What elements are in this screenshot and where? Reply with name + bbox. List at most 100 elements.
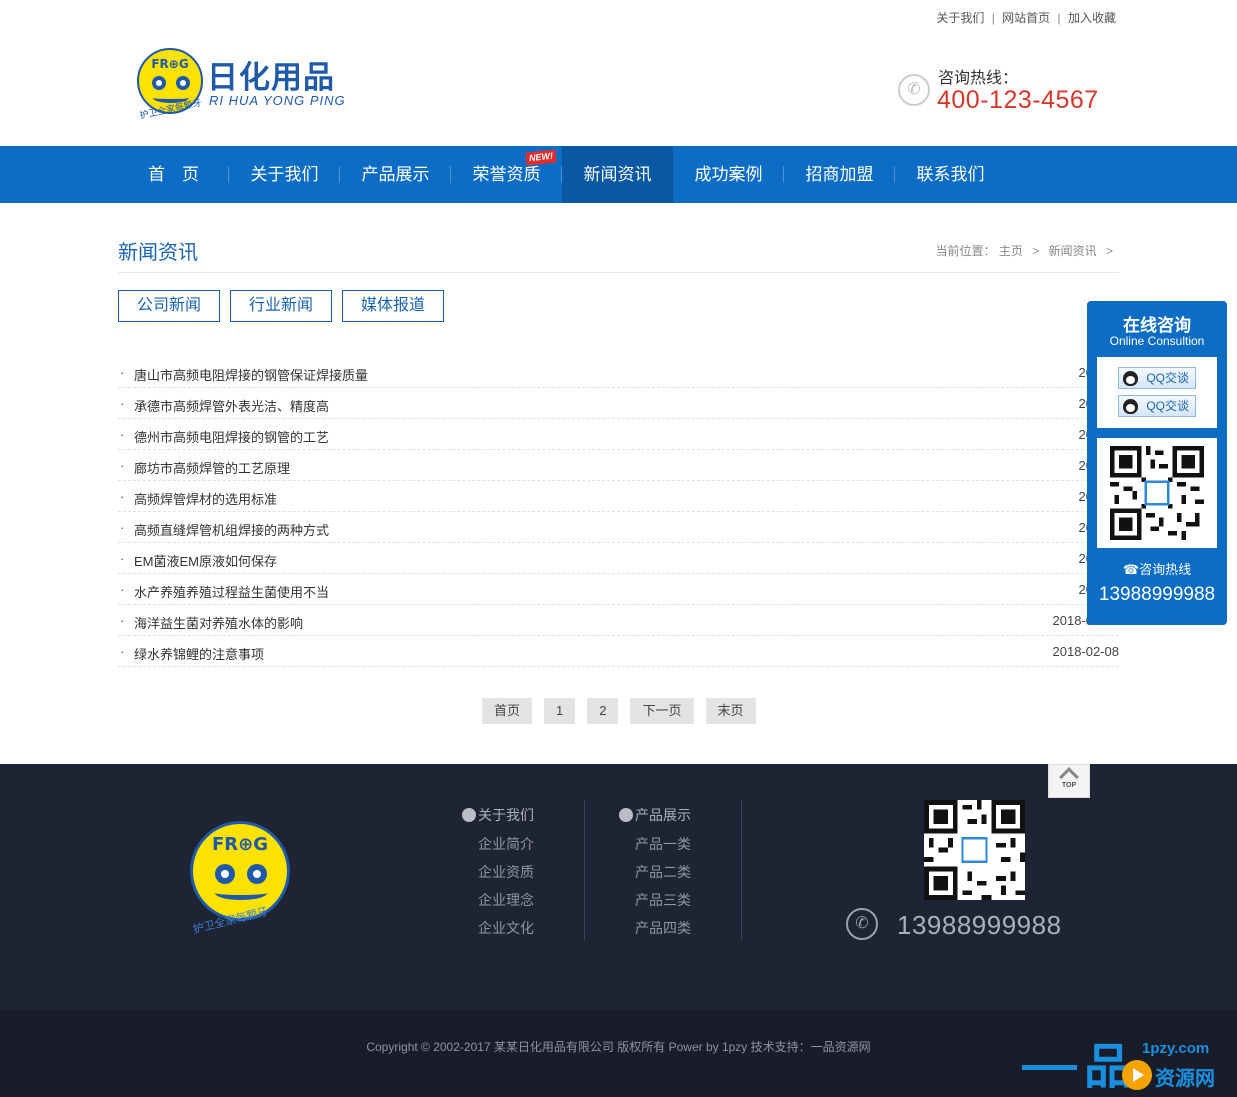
qq-chat-button[interactable]: QQ交谈 <box>1118 367 1196 389</box>
footer-link[interactable]: 企业理念 <box>430 886 534 914</box>
tab-company-news[interactable]: 公司新闻 <box>118 290 220 322</box>
news-category-tabs: 公司新闻 行业新闻 媒体报道 <box>118 290 444 322</box>
qq-chat-button[interactable]: QQ交谈 <box>1118 395 1196 417</box>
nav-item-label: 成功案例 <box>694 165 763 184</box>
consult-title: 在线咨询 <box>1123 316 1191 335</box>
list-item[interactable]: · 海洋益生菌对养殖水体的影响 2018-02-08 <box>118 605 1119 636</box>
news-title[interactable]: 海洋益生菌对养殖水体的影响 <box>134 613 303 632</box>
list-item[interactable]: ·德州市高频电阻焊接的钢管的工艺2018-0 <box>118 419 1119 450</box>
footer-link[interactable]: 企业资质 <box>430 858 534 886</box>
list-item[interactable]: ·高频焊管焊材的选用标准2018-0 <box>118 481 1119 512</box>
footer-link[interactable]: 企业文化 <box>430 914 534 942</box>
list-item[interactable]: ·水产养殖养殖过程益生菌使用不当2018-0 <box>118 574 1119 605</box>
footer-frog-logo-icon: FR⊕G <box>190 821 290 921</box>
footer-link[interactable]: 产品二类 <box>590 858 691 886</box>
news-title[interactable]: 高频焊管焊材的选用标准 <box>134 489 277 508</box>
footer-col-head[interactable]: 关于我们 <box>430 806 534 824</box>
consult-hotline-number: 13988999988 <box>1098 584 1216 605</box>
list-bullet: · <box>120 365 125 380</box>
list-bullet: · <box>120 551 125 566</box>
logo-cn-name: 日化用品 <box>207 60 335 96</box>
nav-item-honors[interactable]: 荣誉资质 NEW! <box>451 146 562 203</box>
tab-media-reports[interactable]: 媒体报道 <box>342 290 444 322</box>
footer-col-head[interactable]: 产品展示 <box>590 806 691 824</box>
nav-item-label: 招商加盟 <box>805 165 874 184</box>
watermark-url: 1pzy.com <box>1142 1040 1210 1057</box>
top-link-favorite[interactable]: 加入收藏 <box>1068 11 1116 25</box>
nav-item-cases[interactable]: 成功案例 <box>673 146 784 203</box>
news-title[interactable]: 绿水养锦鲤的注意事项 <box>134 644 264 663</box>
breadcrumb-prefix: 当前位置： <box>935 244 996 258</box>
footer-qr-code-icon <box>924 800 1025 900</box>
footer-link[interactable]: 产品三类 <box>590 886 691 914</box>
logo-eye <box>152 76 166 90</box>
list-item[interactable]: ·承德市高频焊管外表光洁、精度高2018-0 <box>118 388 1119 419</box>
news-title[interactable]: EM菌液EM原液如何保存 <box>134 551 277 570</box>
page-next-button[interactable]: 下一页 <box>630 698 694 724</box>
page-last-button[interactable]: 末页 <box>705 698 756 724</box>
qq-chat-label: QQ交谈 <box>1146 371 1189 385</box>
top-links: 关于我们 | 网站首页 | 加入收藏 <box>936 9 1116 26</box>
list-item[interactable]: ·唐山市高频电阻焊接的钢管保证焊接质量2018-0 <box>118 357 1119 388</box>
breadcrumb-sep: > <box>1032 244 1040 258</box>
news-title[interactable]: 德州市高频电阻焊接的钢管的工艺 <box>134 427 329 446</box>
page-1-button[interactable]: 1 <box>544 698 576 724</box>
user-icon <box>462 808 476 822</box>
news-title[interactable]: 承德市高频焊管外表光洁、精度高 <box>134 396 329 415</box>
list-item[interactable]: ·EM菌液EM原液如何保存2018-0 <box>118 543 1119 574</box>
nav-item-news[interactable]: 新闻资讯 <box>562 146 673 203</box>
list-bullet: · <box>120 427 125 442</box>
back-to-top-button[interactable]: TOP <box>1048 764 1090 798</box>
footer-qr-svg <box>924 800 1025 900</box>
news-list: ·唐山市高频电阻焊接的钢管保证焊接质量2018-0 ·承德市高频焊管外表光洁、精… <box>118 357 1119 667</box>
nav-item-about[interactable]: 关于我们 <box>229 146 340 203</box>
list-item[interactable]: ·高频直缝焊管机组焊接的两种方式2018-0 <box>118 512 1119 543</box>
main-nav-items: 首 页 关于我们 产品展示 荣誉资质 NEW! 新闻资讯 成功案例 招商加盟 联系… <box>118 146 1006 203</box>
site-watermark: 品 1pzy.com 资源网 <box>1022 1040 1234 1095</box>
list-item[interactable]: ·廊坊市高频焊管的工艺原理2018-0 <box>118 450 1119 481</box>
footer-phone-number: 13988999988 <box>897 910 1062 940</box>
nav-item-contact[interactable]: 联系我们 <box>895 146 1006 203</box>
breadcrumb-home[interactable]: 主页 <box>999 244 1023 258</box>
footer-link[interactable]: 产品四类 <box>590 914 691 942</box>
nav-item-label: 新闻资讯 <box>583 165 652 184</box>
page-first-button[interactable]: 首页 <box>482 698 533 724</box>
footer-link[interactable]: 产品一类 <box>590 830 691 858</box>
tab-industry-news[interactable]: 行业新闻 <box>230 290 332 322</box>
nav-item-products[interactable]: 产品展示 <box>340 146 451 203</box>
list-bullet: · <box>120 396 125 411</box>
nav-item-label: 产品展示 <box>361 165 430 184</box>
logo-eye <box>247 864 267 884</box>
news-title[interactable]: 廊坊市高频焊管的工艺原理 <box>134 458 290 477</box>
news-title[interactable]: 唐山市高频电阻焊接的钢管保证焊接质量 <box>134 365 368 384</box>
qq-box: QQ交谈 QQ交谈 <box>1097 357 1217 428</box>
news-title[interactable]: 水产养殖养殖过程益生菌使用不当 <box>134 582 329 601</box>
play-icon <box>1122 1060 1152 1090</box>
main-nav: 首 页 关于我们 产品展示 荣誉资质 NEW! 新闻资讯 成功案例 招商加盟 联系… <box>0 146 1237 203</box>
phone-icon: ✆ <box>898 74 930 106</box>
footer-link[interactable]: 企业简介 <box>430 830 534 858</box>
news-title[interactable]: 高频直缝焊管机组焊接的两种方式 <box>134 520 329 539</box>
top-link-home[interactable]: 网站首页 <box>1002 11 1050 25</box>
breadcrumb-current[interactable]: 新闻资讯 <box>1049 244 1097 258</box>
top-link-sep: | <box>1057 11 1061 25</box>
footer-col-about: 关于我们 企业简介 企业资质 企业理念 企业文化 <box>430 806 534 942</box>
logo-eye <box>215 864 235 884</box>
breadcrumb: 当前位置： 主页 > 新闻资讯 > <box>936 242 1119 259</box>
page-2-button[interactable]: 2 <box>587 698 619 724</box>
list-item[interactable]: · 绿水养锦鲤的注意事项 2018-02-08 <box>118 636 1119 667</box>
nav-item-home[interactable]: 首 页 <box>118 146 229 203</box>
site-logo[interactable]: FR⊕G 护卫全家每颗牙 日化用品 RI HUA YONG PING <box>137 48 357 124</box>
list-bullet: · <box>120 582 125 597</box>
qq-penguin-icon <box>1123 371 1138 386</box>
pagination: 首页 1 2 下一页 末页 <box>482 698 756 724</box>
nav-item-label: 荣誉资质 <box>472 165 541 184</box>
qq-penguin-icon <box>1123 399 1138 414</box>
title-divider <box>118 272 1119 273</box>
nav-item-franchise[interactable]: 招商加盟 <box>784 146 895 203</box>
list-bullet: · <box>120 520 125 535</box>
footer-divider <box>741 800 742 940</box>
logo-badge-text: FR⊕G <box>151 57 189 71</box>
qr-box <box>1097 438 1217 548</box>
top-link-about[interactable]: 关于我们 <box>936 11 984 25</box>
